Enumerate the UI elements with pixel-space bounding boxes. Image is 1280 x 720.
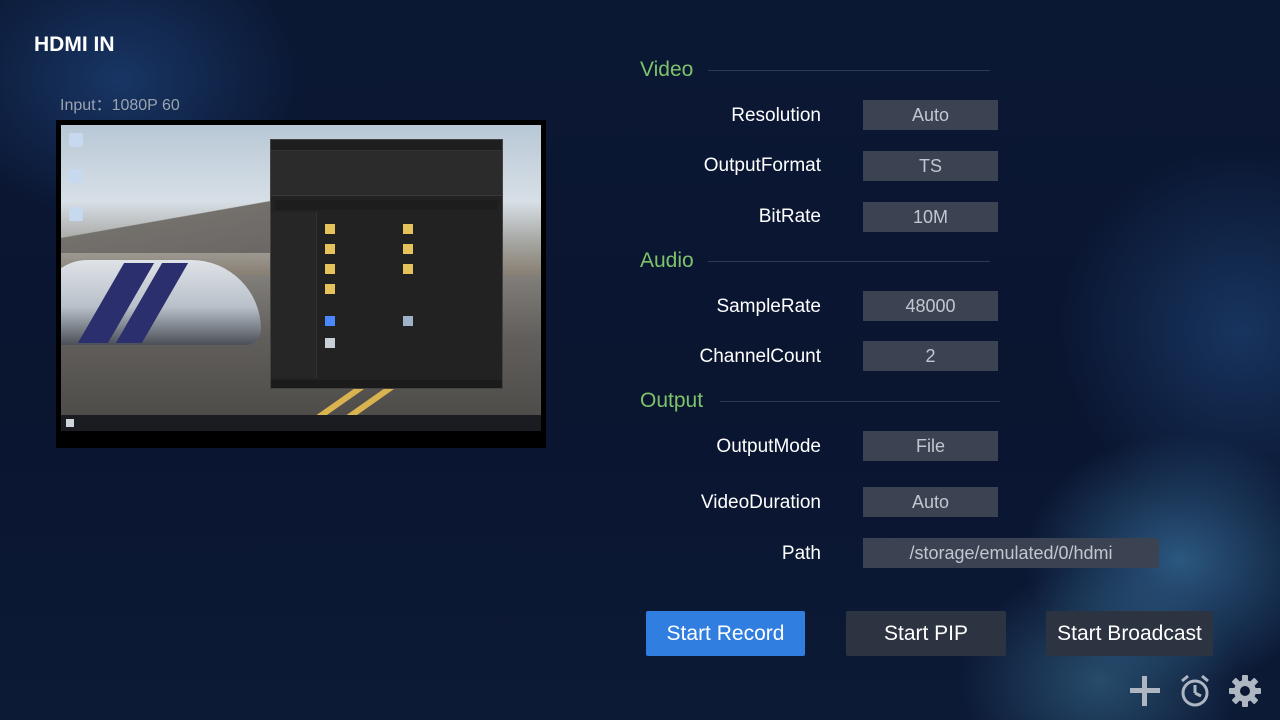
explorer-nav-pane bbox=[271, 212, 317, 378]
folder-icon bbox=[325, 264, 335, 274]
bit-rate-label: BitRate bbox=[758, 206, 821, 227]
resolution-select[interactable]: Auto bbox=[863, 100, 998, 130]
start-pip-button[interactable]: Start PIP bbox=[846, 611, 1006, 656]
path-field[interactable]: /storage/emulated/0/hdmi bbox=[863, 538, 1159, 568]
folder-icon bbox=[403, 264, 413, 274]
desktop-icon bbox=[69, 133, 83, 147]
channel-count-label: ChannelCount bbox=[699, 346, 821, 367]
section-video-title: Video bbox=[640, 58, 694, 81]
resolution-label: Resolution bbox=[731, 105, 821, 126]
app-title: HDMI IN bbox=[34, 33, 115, 56]
section-output-title: Output bbox=[640, 389, 704, 412]
recycle-bin-icon bbox=[69, 169, 83, 183]
output-format-label: OutputFormat bbox=[703, 155, 821, 176]
preview-screen bbox=[61, 125, 541, 431]
section-divider bbox=[720, 401, 1000, 402]
preview-explorer-window bbox=[270, 139, 503, 389]
bluetooth-icon bbox=[325, 316, 335, 326]
preview-mountains bbox=[61, 193, 281, 253]
alarm-clock-icon[interactable] bbox=[1177, 673, 1213, 709]
explorer-statusbar bbox=[271, 380, 502, 388]
preview-taskbar bbox=[61, 415, 541, 431]
explorer-ribbon bbox=[271, 151, 502, 196]
start-broadcast-button[interactable]: Start Broadcast bbox=[1046, 611, 1213, 656]
folder-icon bbox=[325, 284, 335, 294]
bit-rate-select[interactable]: 10M bbox=[863, 202, 998, 232]
path-label: Path bbox=[781, 543, 821, 564]
sample-rate-label: SampleRate bbox=[716, 296, 821, 317]
folder-icon bbox=[403, 224, 413, 234]
section-divider bbox=[708, 70, 990, 71]
start-record-button[interactable]: Start Record bbox=[646, 611, 805, 656]
input-info: Input：1080P 60 bbox=[60, 97, 180, 114]
video-duration-select[interactable]: Auto bbox=[863, 487, 998, 517]
plus-icon[interactable] bbox=[1127, 673, 1163, 709]
explorer-address-bar bbox=[275, 200, 498, 210]
windows-start-icon bbox=[66, 419, 74, 427]
gear-icon[interactable] bbox=[1227, 673, 1263, 709]
output-format-select[interactable]: TS bbox=[863, 151, 998, 181]
output-mode-label: OutputMode bbox=[716, 436, 821, 457]
section-audio-title: Audio bbox=[640, 249, 694, 272]
channel-count-select[interactable]: 2 bbox=[863, 341, 998, 371]
explorer-titlebar bbox=[271, 140, 502, 151]
video-duration-label: VideoDuration bbox=[700, 492, 821, 513]
hdmi-preview bbox=[56, 120, 546, 448]
dvd-drive-icon bbox=[325, 338, 335, 348]
drive-icon bbox=[403, 316, 413, 326]
sample-rate-select[interactable]: 48000 bbox=[863, 291, 998, 321]
folder-icon bbox=[325, 224, 335, 234]
section-divider bbox=[708, 261, 990, 262]
this-pc-icon bbox=[69, 207, 83, 221]
folder-icon bbox=[403, 244, 413, 254]
output-mode-select[interactable]: File bbox=[863, 431, 998, 461]
folder-icon bbox=[325, 244, 335, 254]
